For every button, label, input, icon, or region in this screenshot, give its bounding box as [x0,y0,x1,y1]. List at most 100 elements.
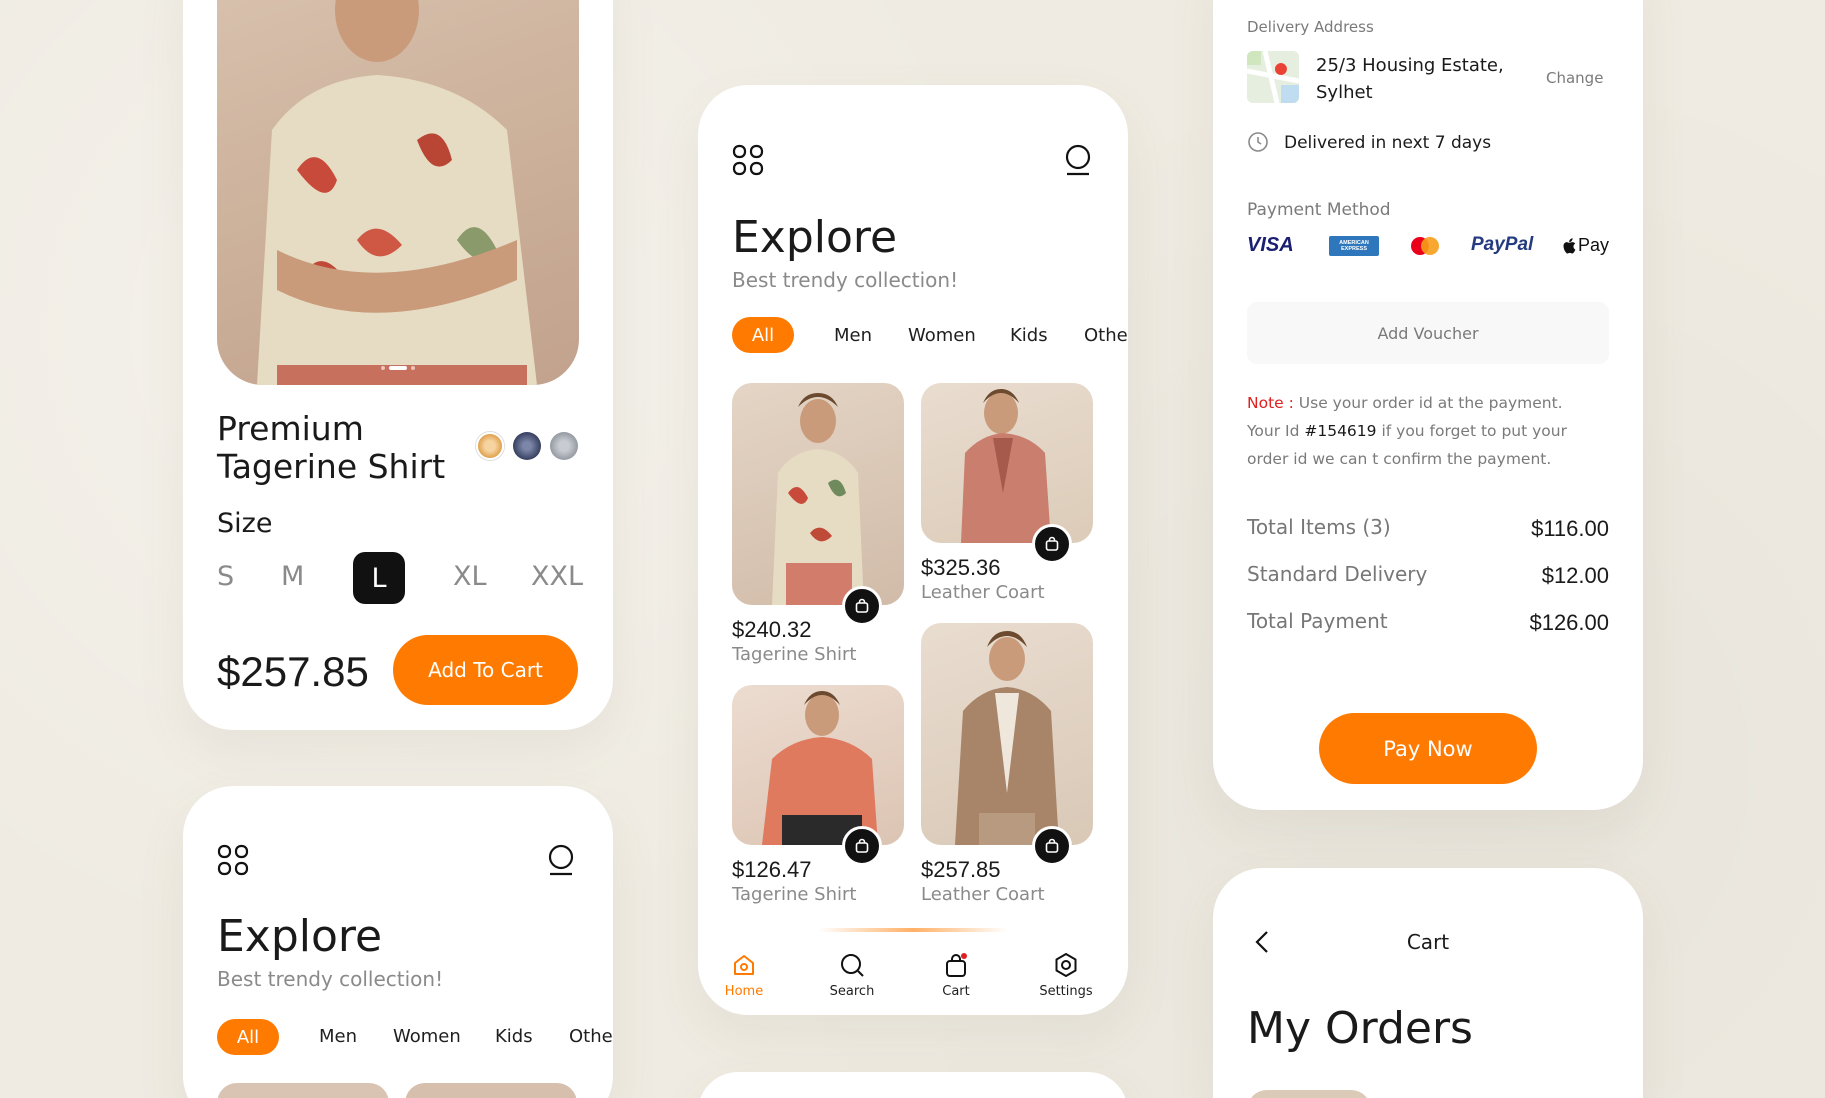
note-text-2-pre: Your Id [1247,422,1305,440]
product-price: $257.85 [217,648,369,695]
product-title: Premium Tagerine Shirt [217,410,445,486]
explore-main-card: Explore Best trendy collection! All Men … [698,85,1128,1015]
category-women[interactable]: Women [908,325,976,346]
carousel-indicator [381,366,415,370]
add-voucher-label: Add Voucher [1377,323,1479,343]
product-price: $240.32 [732,617,812,642]
profile-icon[interactable] [547,844,575,881]
category-kids[interactable]: Kids [1010,325,1048,346]
note-text-3: order id we can t confirm the payment. [1247,450,1552,468]
category-men[interactable]: Men [319,1026,357,1047]
change-address-link[interactable]: Change [1546,69,1603,87]
product-hero-image [217,0,579,385]
product-image-leather-coart[interactable] [921,623,1093,845]
amex-label: AMERICAN EXPRESS [1339,240,1369,252]
category-all[interactable]: All [217,1019,279,1055]
swatch-navy-pattern[interactable] [513,432,541,460]
category-all-label: All [751,324,775,346]
add-to-cart-label: Add To Cart [428,658,543,682]
nav-cart-label: Cart [942,984,970,999]
explore-title: Explore [732,212,898,263]
product-image-tagerine-shirt[interactable] [732,685,904,845]
orders-header: Cart [1406,930,1450,954]
category-other[interactable]: Othe [569,1026,613,1047]
swatch-orange-pattern[interactable] [476,432,504,460]
product-title-line1: Premium [217,409,364,448]
explore-title: Explore [217,911,383,962]
nav-home[interactable]: Home [699,952,789,999]
nav-search[interactable]: Search [807,952,897,999]
nav-settings[interactable]: Settings [1021,952,1111,999]
product-price: $325.36 [921,555,1001,580]
size-l-selected[interactable]: L [353,552,405,604]
category-all-label: All [236,1026,260,1048]
note-text-2-post: if you forget to put your [1376,422,1567,440]
address-line2: Sylhet [1316,82,1373,103]
summary-total-payment-label: Total Payment [1247,609,1388,633]
summary-delivery-value: $12.00 [1541,563,1609,588]
size-m[interactable]: M [281,561,304,592]
explore-subtitle: Best trendy collection! [217,967,444,991]
add-to-bag-button[interactable] [842,586,882,626]
nav-cart[interactable]: Cart [911,952,1001,999]
summary-total-items-label: Total Items (3) [1247,515,1391,539]
nav-search-label: Search [829,984,875,999]
size-xxl[interactable]: XXL [531,561,583,592]
product-thumb[interactable] [217,1083,389,1098]
checkout-card: Delivery Address 25/3 Housing Estate, Sy… [1213,0,1643,810]
address-line1: 25/3 Housing Estate, [1316,55,1504,76]
category-kids[interactable]: Kids [495,1026,533,1047]
payment-note: Note : Use your order id at the payment.… [1247,389,1617,473]
product-name: Leather Coart [921,582,1045,603]
mastercard-logo[interactable] [1409,236,1441,256]
apple-pay-logo[interactable]: Pay [1563,235,1609,256]
delivery-address: 25/3 Housing Estate, Sylhet [1316,52,1504,106]
add-to-cart-button[interactable]: Add To Cart [393,635,578,705]
pay-now-label: Pay Now [1383,736,1473,761]
home-icon [734,955,754,975]
size-label: Size [217,508,273,539]
swatch-grey-pattern[interactable] [550,432,578,460]
paypal-logo[interactable]: PayPal [1471,234,1533,256]
grid-menu-icon[interactable] [217,844,249,881]
visa-logo[interactable]: VISA [1247,234,1294,257]
pay-now-button[interactable]: Pay Now [1319,713,1537,784]
product-image-leather-coart[interactable] [921,383,1093,543]
clock-icon [1247,131,1269,158]
product-detail-card: Premium Tagerine Shirt Size S M L XL XXL… [183,0,613,730]
size-l-label: L [371,562,387,594]
my-orders-title: My Orders [1247,1003,1473,1054]
summary-delivery-label: Standard Delivery [1247,562,1428,586]
color-swatches [476,432,578,460]
paypal-label: PayPal [1471,234,1534,255]
product-thumb[interactable] [405,1083,577,1098]
order-thumb[interactable] [1247,1090,1371,1098]
profile-icon[interactable] [1064,144,1092,181]
apple-pay-label: Pay [1578,235,1610,255]
add-to-bag-button[interactable] [842,826,882,866]
nav-settings-label: Settings [1039,984,1093,999]
delivery-time: Delivered in next 7 days [1284,133,1492,153]
delivery-address-label: Delivery Address [1247,18,1374,36]
size-s[interactable]: S [217,561,234,592]
nav-home-label: Home [724,984,764,999]
add-to-bag-button[interactable] [1032,826,1072,866]
product-name: Leather Coart [921,884,1045,905]
category-other[interactable]: Othe [1084,325,1128,346]
my-orders-card: Cart My Orders [1213,868,1643,1098]
payment-method-label: Payment Method [1247,200,1391,220]
category-women[interactable]: Women [393,1026,461,1047]
product-image-tagerine-shirt[interactable] [732,383,904,605]
grid-menu-icon[interactable] [732,144,764,181]
summary-total-payment-value: $126.00 [1529,610,1609,635]
category-all[interactable]: All [732,317,794,353]
note-text-1: Use your order id at the payment. [1293,394,1563,412]
category-men[interactable]: Men [834,325,872,346]
size-xl[interactable]: XL [453,561,487,592]
add-voucher-button[interactable]: Add Voucher [1247,302,1609,364]
settings-icon [1055,953,1077,977]
amex-logo[interactable]: AMERICAN EXPRESS [1329,236,1379,256]
product-title-line2: Tagerine Shirt [217,447,446,486]
search-icon [841,954,864,977]
add-to-bag-button[interactable] [1032,524,1072,564]
